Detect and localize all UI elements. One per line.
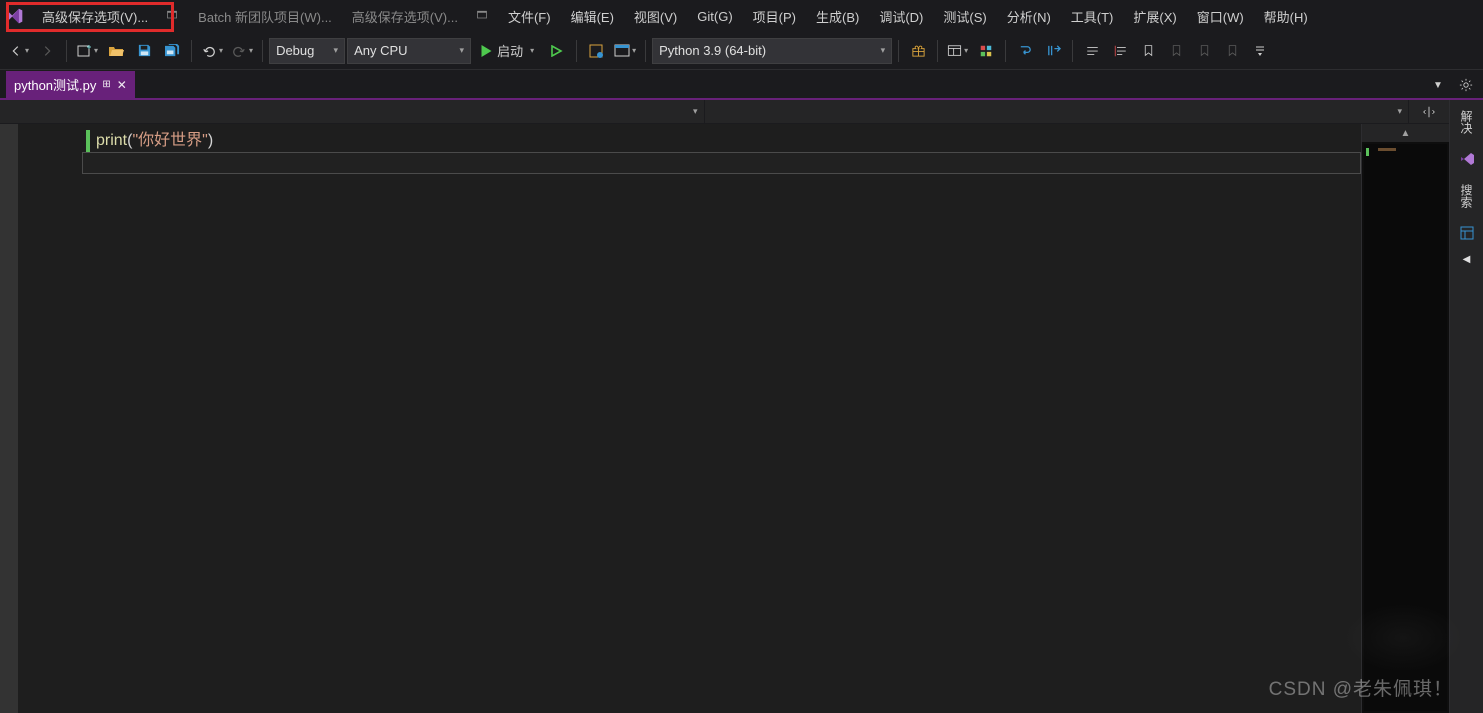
separator <box>1005 40 1006 62</box>
cursor-line-highlight <box>82 152 1361 174</box>
minimap-change-marker <box>1366 148 1369 156</box>
menu-build[interactable]: 生成(B) <box>806 3 869 30</box>
menu-help[interactable]: 帮助(H) <box>1254 3 1318 30</box>
next-bookmark-button[interactable] <box>1191 38 1217 64</box>
separator <box>576 40 577 62</box>
undo-button[interactable]: ▾ <box>198 38 226 64</box>
solution-icon[interactable] <box>1456 148 1478 170</box>
python-window-button[interactable]: ▾ <box>611 38 639 64</box>
config-select[interactable]: Debug▾ <box>269 38 345 64</box>
python-env-select[interactable]: Python 3.9 (64-bit)▾ <box>652 38 892 64</box>
solution-explorer-tab[interactable]: 解决 <box>1454 102 1479 142</box>
separator <box>645 40 646 62</box>
step-over-button[interactable] <box>1040 38 1066 64</box>
tab-settings-button[interactable] <box>1453 72 1479 98</box>
gift-icon-button[interactable] <box>905 38 931 64</box>
play-icon <box>481 45 492 57</box>
prev-bookmark-button[interactable] <box>1163 38 1189 64</box>
search-tab[interactable]: 搜索 <box>1454 176 1479 216</box>
layout-button[interactable]: ▾ <box>944 38 971 64</box>
new-project-button[interactable]: ▾ <box>73 38 101 64</box>
menu-bar: 高级保存选项(V)... Batch 新团队项目(W)... 高级保存选项(V)… <box>0 0 1483 32</box>
tab-filename: python测试.py <box>14 75 96 94</box>
change-marker <box>86 130 90 152</box>
right-dock: 解决 搜索 ◀ <box>1449 100 1483 713</box>
menu-tools[interactable]: 工具(T) <box>1061 3 1124 30</box>
menu-test[interactable]: 测试(S) <box>933 3 996 30</box>
editor-area: print("你好世界") ▲ <box>0 124 1449 713</box>
code-minimap[interactable] <box>1364 144 1447 711</box>
color-picker-button[interactable] <box>973 38 999 64</box>
tab-dropdown-button[interactable]: ▼ <box>1425 72 1451 98</box>
step-into-button[interactable] <box>1012 38 1038 64</box>
bookmark-button[interactable] <box>1135 38 1161 64</box>
open-file-button[interactable] <box>103 38 129 64</box>
separator <box>66 40 67 62</box>
token-paren-close: ) <box>208 130 213 152</box>
pin-icon[interactable]: ⊞ <box>102 79 110 90</box>
menu-advanced-save-2[interactable]: 高级保存选项(V)... <box>342 3 468 30</box>
menu-project[interactable]: 项目(P) <box>743 3 806 30</box>
menu-batch-team[interactable]: Batch 新团队项目(W)... <box>188 3 342 30</box>
menu-git[interactable]: Git(G) <box>687 5 742 28</box>
close-icon[interactable]: ✕ <box>117 78 127 92</box>
separator <box>262 40 263 62</box>
overview-collapse-button[interactable]: ▲ <box>1362 124 1449 142</box>
menu-view[interactable]: 视图(V) <box>624 3 687 30</box>
line-gutter <box>18 124 82 713</box>
vs-logo-icon <box>4 5 26 27</box>
run-label: 启动 <box>497 41 523 60</box>
separator <box>898 40 899 62</box>
token-print: print <box>96 130 127 152</box>
menu-advanced-save-highlight[interactable]: 高级保存选项(V)... <box>32 3 158 30</box>
comment-button[interactable] <box>1079 38 1105 64</box>
config-value: Debug <box>276 43 314 58</box>
start-debug-button[interactable]: 启动 ▾ <box>473 38 542 64</box>
nav-forward-button[interactable] <box>34 38 60 64</box>
token-string: "你好世界" <box>132 130 207 152</box>
code-editor[interactable]: print("你好世界") <box>82 124 1361 713</box>
code-nav-bar: ▾ ▾ <box>0 100 1449 124</box>
menu-analyze[interactable]: 分析(N) <box>997 3 1061 30</box>
main-toolbar: ▾ ▾ ▾ ▾ Debug▾ Any CPU▾ 启动 ▾ ▾ Python 3.… <box>0 32 1483 70</box>
clear-bookmark-button[interactable] <box>1219 38 1245 64</box>
nav-back-button[interactable]: ▾ <box>6 38 32 64</box>
code-line-1: print("你好世界") <box>86 130 1361 152</box>
scope-select-left[interactable]: ▾ <box>0 100 705 123</box>
document-tab-strip: python测试.py ⊞ ✕ ▼ <box>0 70 1483 98</box>
separator <box>191 40 192 62</box>
menu-debug[interactable]: 调试(D) <box>869 3 933 30</box>
pin-icon <box>476 9 490 23</box>
python-env-value: Python 3.9 (64-bit) <box>659 43 766 58</box>
split-editor-button[interactable] <box>1409 100 1449 123</box>
python-env-icon-button[interactable] <box>583 38 609 64</box>
separator <box>1072 40 1073 62</box>
menu-edit[interactable]: 编辑(E) <box>561 3 624 30</box>
breakpoint-margin[interactable] <box>0 124 18 713</box>
platform-select[interactable]: Any CPU▾ <box>347 38 471 64</box>
redo-button[interactable]: ▾ <box>228 38 256 64</box>
menu-extensions[interactable]: 扩展(X) <box>1123 3 1186 30</box>
properties-icon[interactable] <box>1456 222 1478 244</box>
menu-file[interactable]: 文件(F) <box>498 3 561 30</box>
minimap-code-blob <box>1378 148 1396 151</box>
platform-value: Any CPU <box>354 43 407 58</box>
scope-select-right[interactable]: ▾ <box>705 100 1410 123</box>
overview-panel: ▲ <box>1361 124 1449 713</box>
save-button[interactable] <box>131 38 157 64</box>
dock-collapse-icon[interactable]: ◀ <box>1463 254 1471 265</box>
separator <box>937 40 938 62</box>
pin-icon <box>166 9 180 23</box>
save-all-button[interactable] <box>159 38 185 64</box>
uncomment-button[interactable] <box>1107 38 1133 64</box>
file-tab-active[interactable]: python测试.py ⊞ ✕ <box>6 70 135 98</box>
toolbar-overflow-button[interactable] <box>1247 38 1273 64</box>
start-without-debug-button[interactable] <box>544 38 570 64</box>
menu-window[interactable]: 窗口(W) <box>1187 3 1254 30</box>
